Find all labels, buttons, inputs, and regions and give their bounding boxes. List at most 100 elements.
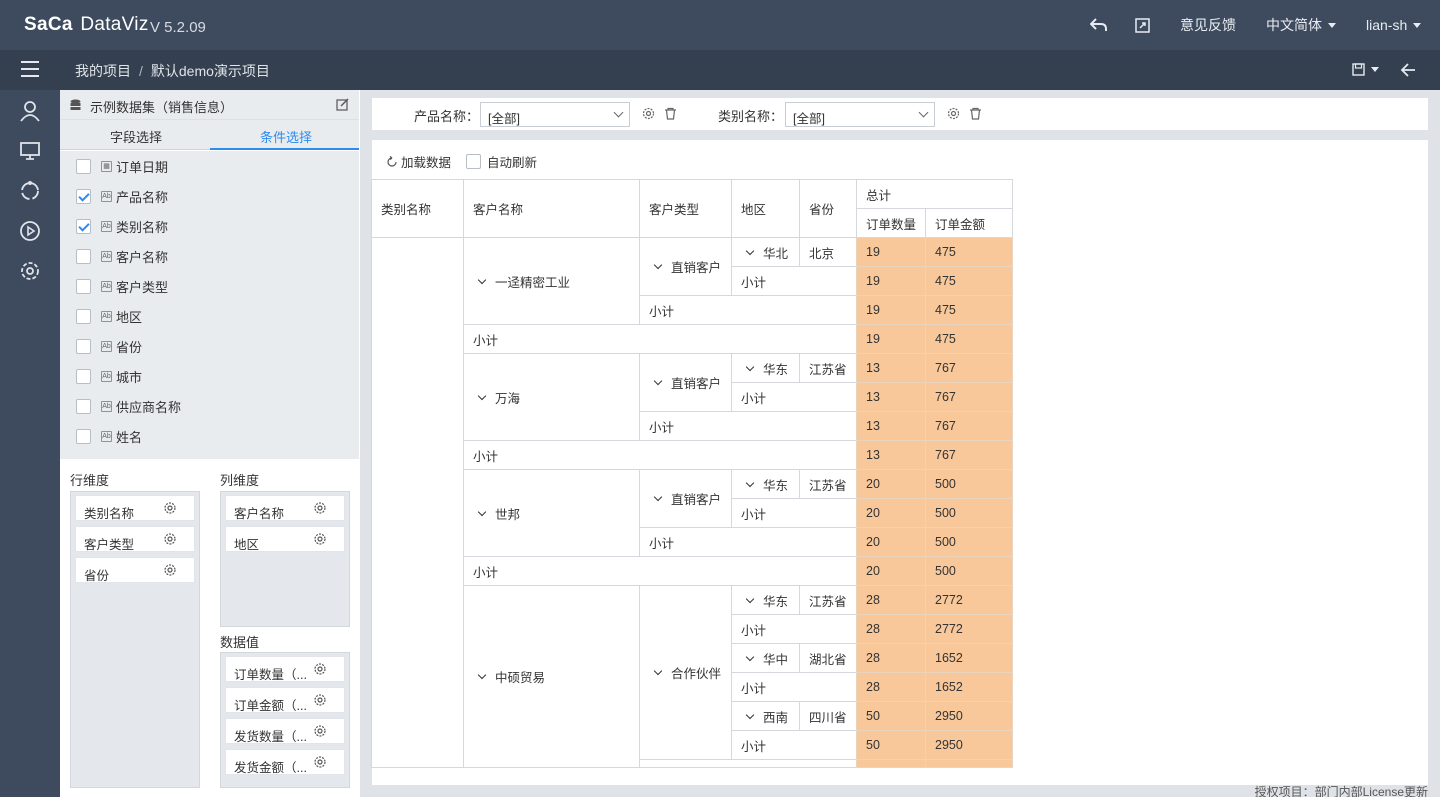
field-item[interactable]: Ab 供应商名称: [76, 396, 181, 416]
header-customer[interactable]: 客户名称: [463, 179, 640, 238]
region-cell[interactable]: 西南: [731, 701, 800, 731]
trash-icon[interactable]: [969, 107, 982, 120]
chevron-down-icon[interactable]: [745, 594, 755, 603]
gear-icon[interactable]: [947, 107, 960, 120]
back-arrow-icon[interactable]: [1400, 62, 1416, 78]
header-total[interactable]: 总计: [856, 179, 1013, 209]
field-item[interactable]: Ab 客户名称: [76, 246, 168, 266]
chevron-down-icon[interactable]: [745, 478, 755, 487]
region-cell[interactable]: 华东: [731, 469, 800, 499]
gear-icon[interactable]: [164, 533, 176, 545]
field-item[interactable]: Ab 省份: [76, 336, 142, 356]
gear-icon[interactable]: [314, 663, 326, 675]
customer-type-cell[interactable]: 直销客户: [639, 469, 732, 528]
column-dimension-zone[interactable]: 客户名称 地区: [220, 491, 350, 627]
row-dimension-zone[interactable]: 类别名称 客户类型 省份: [70, 491, 200, 788]
checkbox[interactable]: [76, 398, 91, 414]
customer-type-cell[interactable]: 合作伙伴: [639, 585, 732, 760]
field-item[interactable]: Ab 类别名称: [76, 216, 168, 236]
gear-icon[interactable]: [314, 725, 326, 737]
customer-type-cell[interactable]: 直销客户: [639, 353, 732, 412]
refresh-cycle-icon[interactable]: [19, 180, 41, 202]
value-chip[interactable]: 发货数量（...: [225, 718, 345, 744]
settings-icon[interactable]: [19, 260, 41, 282]
edit-icon[interactable]: [336, 98, 349, 111]
checkbox[interactable]: [76, 368, 91, 384]
monitor-icon[interactable]: [19, 140, 41, 162]
field-item[interactable]: Ab 城市: [76, 366, 142, 386]
app-logo[interactable]: Sa Ca DataViz: [24, 14, 149, 36]
chevron-down-icon[interactable]: [477, 670, 487, 680]
menu-icon[interactable]: [20, 60, 40, 78]
chevron-down-icon[interactable]: [653, 666, 663, 676]
tab-field-select[interactable]: 字段选择: [110, 127, 162, 146]
col-dim-chip[interactable]: 地区: [225, 526, 345, 552]
chevron-down-icon[interactable]: [745, 362, 755, 371]
value-chip[interactable]: 订单数量（...: [225, 656, 345, 682]
external-link-icon[interactable]: [1135, 0, 1150, 50]
checkbox[interactable]: [76, 308, 91, 324]
checkbox[interactable]: [76, 158, 91, 174]
user-menu[interactable]: lian-sh: [1366, 0, 1422, 50]
category-filter-select[interactable]: [全部]: [785, 102, 935, 127]
play-icon[interactable]: [19, 220, 41, 242]
language-dropdown[interactable]: 中文简体: [1266, 0, 1336, 50]
user-icon[interactable]: [19, 100, 41, 122]
checkbox[interactable]: [76, 248, 91, 264]
row-dim-chip[interactable]: 类别名称: [75, 495, 195, 521]
checkbox[interactable]: [76, 428, 91, 444]
save-dropdown[interactable]: [1352, 63, 1379, 76]
gear-icon[interactable]: [314, 502, 326, 514]
row-dim-chip[interactable]: 省份: [75, 557, 195, 583]
region-cell[interactable]: 华北: [731, 237, 800, 267]
customer-cell[interactable]: 一迳精密工业: [463, 237, 640, 325]
feedback-link[interactable]: 意见反馈: [1180, 0, 1236, 50]
product-filter-select[interactable]: [全部]: [480, 102, 630, 127]
checkbox-checked[interactable]: [76, 188, 91, 204]
gear-icon[interactable]: [314, 694, 326, 706]
header-province[interactable]: 省份: [799, 179, 857, 238]
chevron-down-icon[interactable]: [745, 246, 755, 255]
values-zone[interactable]: 订单数量（... 订单金额（... 发货数量（... 发货金额（...: [220, 652, 350, 788]
checkbox[interactable]: [466, 154, 481, 169]
chevron-down-icon[interactable]: [477, 391, 487, 400]
field-item[interactable]: Ab 客户类型: [76, 276, 168, 296]
col-dim-chip[interactable]: 客户名称: [225, 495, 345, 521]
trash-icon[interactable]: [664, 107, 677, 120]
value-chip[interactable]: 发货金额（...: [225, 749, 345, 775]
chevron-down-icon[interactable]: [653, 260, 663, 270]
header-region[interactable]: 地区: [731, 179, 800, 238]
customer-cell[interactable]: 中硕贸易: [463, 585, 640, 768]
gear-icon[interactable]: [642, 107, 655, 120]
breadcrumb-root[interactable]: 我的项目: [75, 63, 131, 79]
field-item[interactable]: Ab 产品名称: [76, 186, 168, 206]
field-item[interactable]: Ab 姓名: [76, 426, 142, 446]
chevron-down-icon[interactable]: [745, 652, 755, 661]
customer-type-cell[interactable]: 直销客户: [639, 237, 732, 296]
customer-cell[interactable]: 万海: [463, 353, 640, 441]
region-cell[interactable]: 华东: [731, 353, 800, 383]
chevron-down-icon[interactable]: [745, 710, 755, 719]
field-item[interactable]: Ab 地区: [76, 306, 142, 326]
header-order-qty[interactable]: 订单数量: [856, 208, 926, 238]
chevron-down-icon[interactable]: [477, 507, 487, 516]
auto-refresh-toggle[interactable]: 自动刷新: [466, 152, 537, 171]
row-dim-chip[interactable]: 客户类型: [75, 526, 195, 552]
field-item[interactable]: ▦ 订单日期: [76, 156, 168, 176]
gear-icon[interactable]: [164, 564, 176, 576]
chevron-down-icon[interactable]: [653, 376, 663, 386]
header-order-amount[interactable]: 订单金额: [925, 208, 1013, 238]
checkbox[interactable]: [76, 338, 91, 354]
region-cell[interactable]: 华东: [731, 585, 800, 615]
customer-cell[interactable]: 世邦: [463, 469, 640, 557]
chevron-down-icon[interactable]: [653, 492, 663, 502]
header-category[interactable]: 类别名称: [371, 179, 464, 238]
header-customer-type[interactable]: 客户类型: [639, 179, 732, 238]
checkbox[interactable]: [76, 278, 91, 294]
gear-icon[interactable]: [314, 533, 326, 545]
tab-condition-select[interactable]: 条件选择: [260, 127, 312, 146]
gear-icon[interactable]: [164, 502, 176, 514]
checkbox-checked[interactable]: [76, 218, 91, 234]
undo-icon[interactable]: [1090, 0, 1108, 50]
region-cell[interactable]: 华中: [731, 643, 800, 673]
